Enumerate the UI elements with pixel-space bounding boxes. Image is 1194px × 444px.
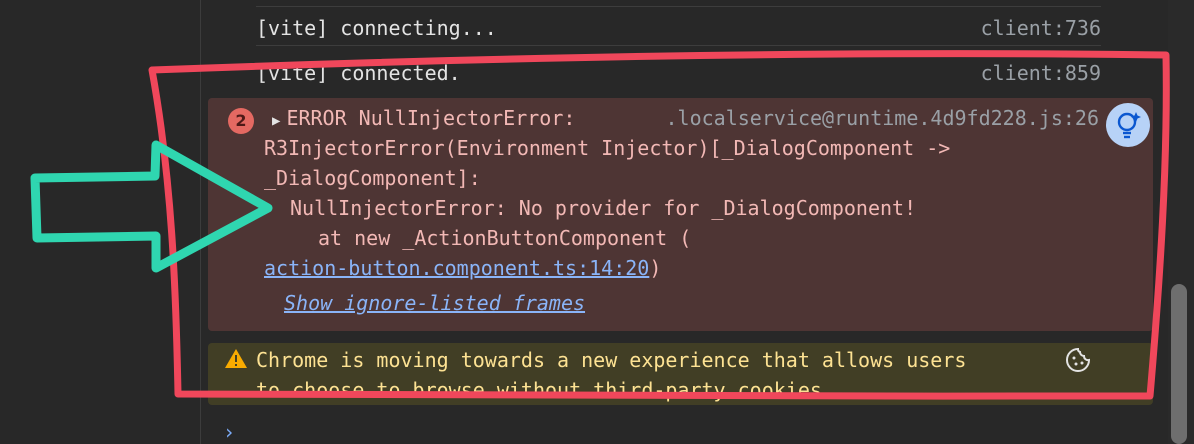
error-stack-line: R3InjectorError(Environment Injector)[_D…	[264, 136, 951, 160]
error-message: 2 ▶ ERROR NullInjectorError: .localservic…	[208, 98, 1153, 331]
lightbulb-insight-icon	[1117, 112, 1141, 139]
warning-text: to choose to browse without third-party …	[256, 378, 834, 402]
error-title: ERROR NullInjectorError:	[286, 106, 576, 130]
error-count-badge: 2	[228, 108, 254, 134]
insight-button[interactable]	[1106, 103, 1150, 147]
error-source-link[interactable]: .localservice@runtime.4d9fd228.js:26	[666, 103, 1099, 133]
expand-caret-icon[interactable]: ▶	[272, 113, 280, 129]
stack-source-link[interactable]: action-button.component.ts:14:20	[264, 256, 649, 280]
log-message: [vite] connected.	[256, 61, 461, 85]
error-header[interactable]: ▶ ERROR NullInjectorError:	[272, 103, 575, 136]
warning-message: Chrome is moving towards a new experienc…	[208, 343, 1153, 405]
log-row: [vite] connecting... client:736	[256, 0, 1101, 46]
log-message: [vite] connecting...	[256, 16, 497, 40]
scrollbar-thumb[interactable]	[1171, 284, 1187, 444]
error-stack-line: at new _ActionButtonComponent (	[318, 226, 692, 250]
console-prompt[interactable]: ›	[223, 420, 235, 444]
warning-text: Chrome is moving towards a new experienc…	[256, 348, 967, 372]
log-source-link[interactable]: client:736	[981, 14, 1101, 42]
cookie-icon[interactable]	[1065, 347, 1091, 373]
console-panel: [vite] connecting... client:736 [vite] c…	[201, 0, 1167, 444]
sidebar-panel	[0, 0, 200, 444]
error-stack-line: _DialogComponent]:	[264, 166, 481, 190]
error-stack-line: action-button.component.ts:14:20)	[264, 253, 661, 283]
log-row: [vite] connected. client:859	[256, 47, 1101, 95]
show-ignore-listed-frames-link[interactable]: Show ignore-listed frames	[284, 288, 585, 318]
stack-suffix: )	[649, 256, 662, 280]
warning-triangle-icon	[225, 349, 247, 368]
log-source-link[interactable]: client:859	[981, 59, 1101, 87]
error-stack-line: NullInjectorError: No provider for _Dial…	[290, 196, 917, 220]
